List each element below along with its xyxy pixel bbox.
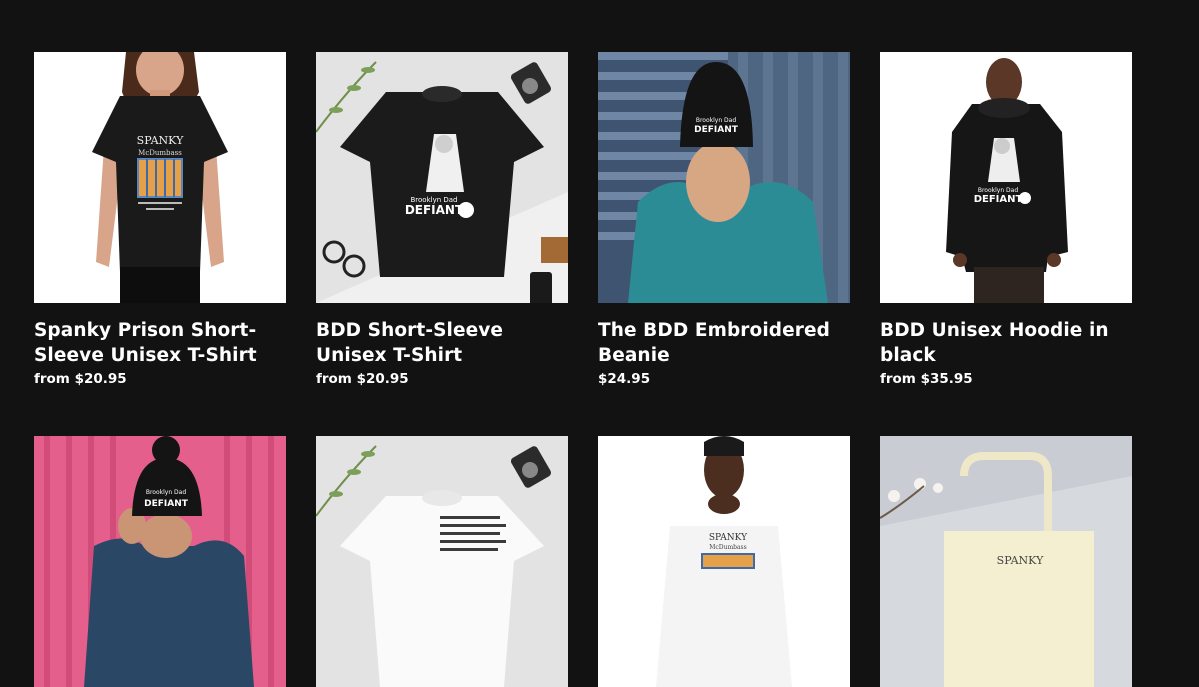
product-image-art	[316, 436, 568, 687]
product-image-art: Brooklyn Dad DEFIANT	[316, 52, 568, 303]
print-title: DEFIANT	[405, 203, 464, 217]
product-title[interactable]: Spanky Prison Short-Sleeve Unisex T-Shir…	[34, 318, 286, 368]
print-sub: Brooklyn Dad	[696, 117, 736, 124]
product-card[interactable]: SPANKY McDumbass Spanky Prison Short-Sle…	[34, 52, 286, 387]
product-price: from $35.95	[880, 371, 973, 387]
product-image[interactable]	[316, 436, 568, 687]
product-image[interactable]: SPANKY McDumbass	[34, 52, 286, 303]
print-sub: Brooklyn Dad	[978, 187, 1018, 194]
product-image-art: SPANKY McDumbass	[598, 436, 850, 687]
product-image-art: SPANKY	[880, 436, 1132, 687]
product-card[interactable]: SPANKY	[880, 436, 1132, 687]
print-title: DEFIANT	[144, 499, 189, 509]
product-image[interactable]: Brooklyn Dad DEFIANT	[316, 52, 568, 303]
product-image[interactable]: SPANKY	[880, 436, 1132, 687]
print-title: DEFIANT	[694, 125, 739, 135]
print-title: SPANKY	[997, 554, 1044, 567]
print-sub: McDumbass	[138, 149, 182, 157]
product-price: from $20.95	[34, 371, 127, 387]
product-image[interactable]: Brooklyn Dad DEFIANT	[880, 52, 1132, 303]
print-sub: Brooklyn Dad	[146, 489, 186, 496]
product-price: $24.95	[598, 371, 651, 387]
product-card[interactable]: Brooklyn Dad DEFIANT BDD Short-Sleeve Un…	[316, 52, 568, 387]
product-card[interactable]: Brooklyn Dad DEFIANT BDD Unisex Hoodie i…	[880, 52, 1132, 387]
product-title[interactable]: BDD Short-Sleeve Unisex T-Shirt	[316, 318, 568, 368]
product-card[interactable]	[316, 436, 568, 687]
product-card[interactable]: Brooklyn Dad DEFIANT	[34, 436, 286, 687]
product-title[interactable]: The BDD Embroidered Beanie	[598, 318, 850, 368]
product-image-art: SPANKY McDumbass	[34, 52, 286, 303]
product-card[interactable]: SPANKY McDumbass	[598, 436, 850, 687]
product-price: from $20.95	[316, 371, 409, 387]
product-card[interactable]: Brooklyn Dad DEFIANT The BDD Embroidered…	[598, 52, 850, 387]
product-image-art: Brooklyn Dad DEFIANT	[598, 52, 850, 303]
product-image[interactable]: SPANKY McDumbass	[598, 436, 850, 687]
product-image-art: Brooklyn Dad DEFIANT	[34, 436, 286, 687]
product-image[interactable]: Brooklyn Dad DEFIANT	[598, 52, 850, 303]
print-title: DEFIANT	[974, 194, 1023, 205]
print-title: SPANKY	[709, 533, 748, 543]
product-image[interactable]: Brooklyn Dad DEFIANT	[34, 436, 286, 687]
product-image-art: Brooklyn Dad DEFIANT	[880, 52, 1132, 303]
product-title[interactable]: BDD Unisex Hoodie in black	[880, 318, 1132, 368]
print-sub: McDumbass	[709, 544, 746, 551]
print-title: SPANKY	[137, 134, 184, 147]
